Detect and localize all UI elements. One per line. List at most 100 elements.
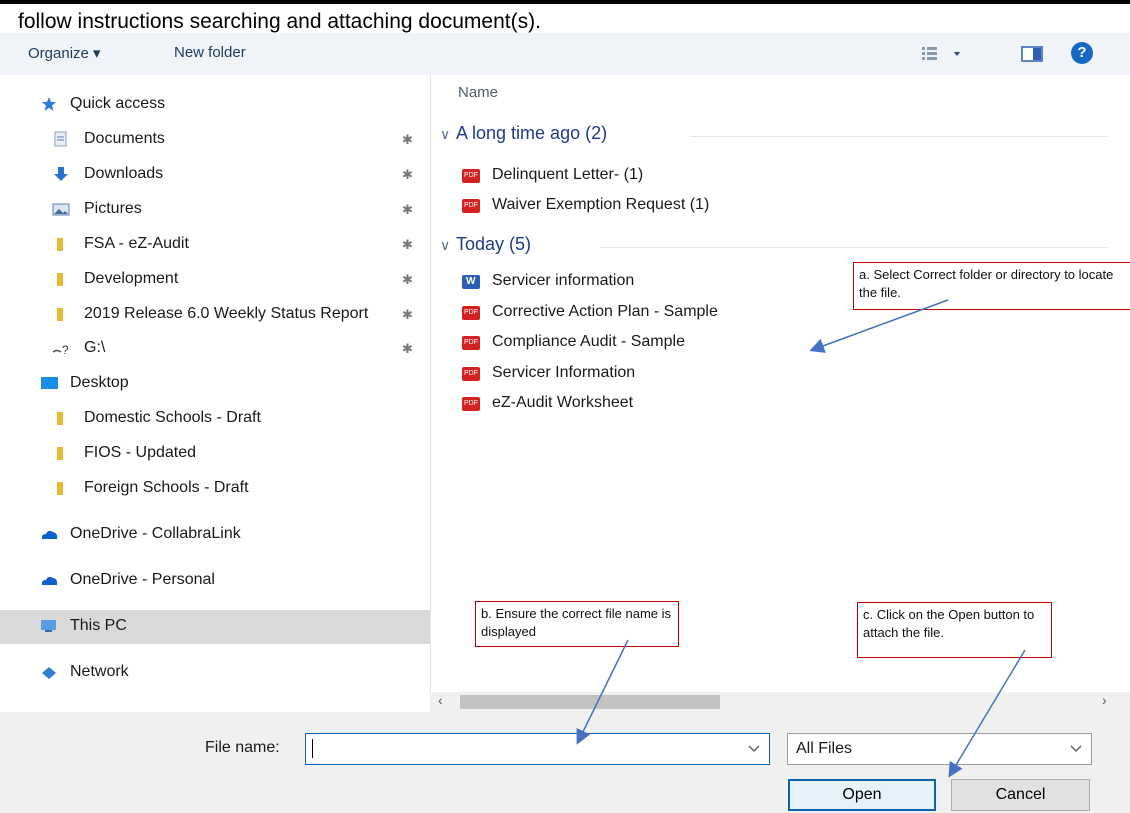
file-name: Waiver Exemption Request (1) bbox=[492, 196, 710, 213]
file-name: eZ-Audit Worksheet bbox=[492, 394, 634, 411]
folder-icon bbox=[52, 236, 68, 252]
pin-icon[interactable]: ✱ bbox=[402, 167, 413, 183]
help-button[interactable]: ? bbox=[1071, 42, 1093, 64]
file-row[interactable]: Corrective Action Plan - Sample bbox=[458, 299, 838, 329]
pin-icon[interactable]: ✱ bbox=[402, 237, 413, 253]
onedrive-icon bbox=[40, 526, 58, 542]
sidebar-item-label: OneDrive - CollabraLink bbox=[70, 525, 241, 542]
chevron-down-icon[interactable]: ∨ bbox=[440, 237, 456, 254]
file-row[interactable]: Servicer information bbox=[458, 268, 838, 298]
desktop-icon bbox=[40, 375, 58, 391]
sidebar-item-desktop[interactable]: Desktop bbox=[0, 367, 430, 401]
scroll-left-icon[interactable]: ‹ bbox=[438, 692, 443, 708]
file-name: Servicer Information bbox=[492, 364, 636, 381]
callout-file-name: b. Ensure the correct file name is displ… bbox=[475, 601, 679, 647]
sidebar-item-label: FSA - eZ-Audit bbox=[84, 235, 189, 252]
pin-icon[interactable]: ✱ bbox=[402, 272, 413, 288]
sidebar-item-downloads[interactable]: Downloads ✱ bbox=[0, 158, 430, 192]
sidebar-item-onedrive-personal[interactable]: OneDrive - Personal bbox=[0, 564, 430, 598]
network-drive-icon: ? bbox=[52, 343, 69, 357]
desktop-icon bbox=[41, 377, 58, 389]
documents-icon bbox=[54, 131, 67, 147]
sidebar-item-label: Network bbox=[70, 663, 129, 680]
scrollbar-thumb[interactable] bbox=[460, 695, 720, 709]
sidebar-item-fios-updated[interactable]: FIOS - Updated bbox=[0, 437, 430, 471]
file-name: Corrective Action Plan - Sample bbox=[492, 303, 718, 320]
navigation-pane: Quick access Documents ✱ Downloads ✱ Pictures… bbox=[0, 75, 430, 695]
download-icon bbox=[54, 167, 68, 181]
file-name-input[interactable] bbox=[305, 733, 770, 765]
folder-icon bbox=[57, 482, 63, 495]
sidebar-item-fsa-ez-audit[interactable]: FSA - eZ-Audit ✱ bbox=[0, 228, 430, 262]
group-label: A long time ago (2) bbox=[456, 123, 608, 143]
word-file-icon bbox=[462, 275, 480, 289]
cancel-button[interactable]: Cancel bbox=[951, 779, 1090, 811]
onedrive-icon bbox=[40, 572, 58, 588]
sidebar-item-g[interactable]: ? G:\ ✱ bbox=[0, 332, 430, 366]
pdf-file-icon bbox=[462, 397, 480, 411]
preview-pane-icon bbox=[1021, 46, 1043, 62]
group-divider bbox=[690, 136, 1108, 137]
file-row[interactable]: eZ-Audit Worksheet bbox=[458, 390, 838, 420]
computer-icon bbox=[40, 618, 56, 634]
file-name-label: File name: bbox=[205, 739, 280, 756]
horizontal-scrollbar[interactable]: ‹ › bbox=[430, 692, 1130, 712]
organize-button[interactable]: Organize ▾ bbox=[28, 44, 101, 62]
chevron-down-icon[interactable] bbox=[748, 745, 760, 753]
pictures-icon bbox=[52, 203, 70, 216]
chevron-down-icon[interactable]: ∨ bbox=[440, 126, 456, 143]
folder-icon bbox=[52, 410, 68, 426]
sidebar-item-documents[interactable]: Documents ✱ bbox=[0, 123, 430, 157]
sidebar-item-foreign-schools-draft[interactable]: Foreign Schools - Draft bbox=[0, 472, 430, 506]
file-type-select[interactable]: All Files bbox=[787, 733, 1092, 765]
sidebar-item-pictures[interactable]: Pictures ✱ bbox=[0, 193, 430, 227]
scroll-right-icon[interactable]: › bbox=[1102, 692, 1107, 708]
chevron-down-icon bbox=[1070, 745, 1082, 752]
group-label: Today (5) bbox=[456, 234, 532, 254]
new-folder-button[interactable]: New folder bbox=[174, 44, 246, 61]
file-name: Delinquent Letter- (1) bbox=[492, 166, 644, 183]
sidebar-item-label: Desktop bbox=[70, 374, 129, 391]
pane-divider[interactable] bbox=[430, 75, 431, 695]
network-drive-icon: ? bbox=[52, 340, 69, 357]
star-icon bbox=[42, 97, 56, 111]
sidebar-item-quick-access[interactable]: Quick access bbox=[0, 88, 430, 122]
pin-icon[interactable]: ✱ bbox=[402, 341, 413, 357]
pin-icon[interactable]: ✱ bbox=[402, 202, 413, 218]
view-options-button[interactable] bbox=[920, 44, 976, 64]
sidebar-item-label: Development bbox=[84, 270, 179, 287]
group-header[interactable]: ∨ Today (5) bbox=[440, 234, 531, 255]
computer-icon bbox=[41, 620, 56, 632]
view-options-icon bbox=[922, 47, 960, 60]
sidebar-item-network[interactable]: Network bbox=[0, 656, 430, 690]
sidebar-item-label: Downloads bbox=[84, 165, 164, 182]
group-header[interactable]: ∨ A long time ago (2) bbox=[440, 123, 607, 144]
sidebar-item-onedrive-collabralink[interactable]: OneDrive - CollabraLink bbox=[0, 518, 430, 552]
callout-open-button: c. Click on the Open button to attach th… bbox=[857, 602, 1052, 658]
file-row[interactable]: Delinquent Letter- (1) bbox=[458, 162, 838, 192]
folder-icon bbox=[57, 308, 63, 321]
pin-icon[interactable]: ✱ bbox=[402, 307, 413, 323]
sidebar-item-domestic-schools-draft[interactable]: Domestic Schools - Draft bbox=[0, 402, 430, 436]
sidebar-item-label: Domestic Schools - Draft bbox=[84, 409, 261, 426]
column-header-name[interactable]: Name bbox=[458, 84, 498, 101]
file-row[interactable]: Compliance Audit - Sample bbox=[458, 329, 838, 359]
file-name: Servicer information bbox=[492, 272, 635, 289]
file-row[interactable]: Waiver Exemption Request (1) bbox=[458, 192, 838, 222]
network-icon bbox=[40, 664, 56, 680]
folder-icon bbox=[57, 273, 63, 286]
sidebar-item-2019-release-6-0-weekly-status-report[interactable]: 2019 Release 6.0 Weekly Status Report ✱ bbox=[0, 298, 430, 332]
pin-icon[interactable]: ✱ bbox=[402, 132, 413, 148]
pdf-file-icon bbox=[462, 306, 480, 320]
open-button[interactable]: Open bbox=[788, 779, 936, 811]
sidebar-item-label: 2019 Release 6.0 Weekly Status Report bbox=[84, 305, 369, 322]
file-type-value: All Files bbox=[796, 740, 853, 757]
sidebar-item-label: This PC bbox=[70, 617, 127, 634]
top-border-line bbox=[0, 0, 1130, 4]
file-row[interactable]: Servicer Information bbox=[458, 360, 838, 390]
folder-icon bbox=[52, 445, 68, 461]
sidebar-item-this-pc[interactable]: This PC bbox=[0, 610, 430, 644]
preview-pane-button[interactable] bbox=[1020, 45, 1044, 63]
pdf-file-icon bbox=[462, 199, 480, 213]
sidebar-item-development[interactable]: Development ✱ bbox=[0, 263, 430, 297]
